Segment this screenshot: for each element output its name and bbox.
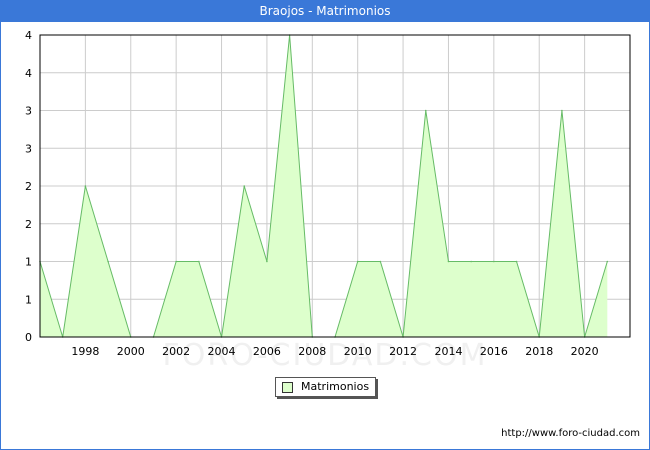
legend-swatch [282,381,293,393]
x-tick-label: 2016 [480,345,508,358]
y-tick-label: 1 [25,293,32,306]
data-point [424,109,427,112]
x-tick-label: 1998 [71,345,99,358]
data-point [243,185,246,187]
data-point [379,260,382,263]
data-point [266,260,268,263]
y-tick-label: 2 [25,218,32,231]
data-point [447,260,450,263]
data-point [175,260,177,263]
y-tick-label: 2 [25,180,32,193]
x-tick-label: 2008 [298,345,326,358]
x-tick-label: 2004 [208,345,236,358]
x-tick-label: 2000 [117,345,145,358]
data-point [561,109,563,112]
y-tick-label: 3 [25,105,32,118]
x-tick-label: 2002 [162,345,190,358]
x-tick-label: 2010 [344,345,372,358]
data-point [356,260,359,263]
x-tick-label: 2018 [525,345,553,358]
legend: Matrimonios [275,377,377,397]
source-url: http://www.foro-ciudad.com [501,428,640,439]
legend-label: Matrimonios [301,380,370,393]
data-point [198,260,200,263]
y-tick-label: 4 [25,29,32,42]
data-point [470,260,472,263]
x-tick-label: 2012 [389,345,417,358]
x-tick-label: 2020 [571,345,599,358]
data-point [107,260,109,263]
x-tick-label: 2014 [434,345,462,358]
data-point [84,185,87,187]
y-tick-label: 4 [25,67,32,80]
y-tick-label: 1 [25,256,32,269]
y-axis-ticks: 0 1 1 2 2 3 3 4 4 [25,29,32,344]
x-tick-label: 2006 [253,345,281,358]
y-tick-label: 0 [25,331,32,344]
data-point [493,260,495,263]
data-point [515,260,518,263]
data-point [606,260,609,263]
grid-lines [40,35,630,337]
y-tick-label: 3 [25,142,32,155]
